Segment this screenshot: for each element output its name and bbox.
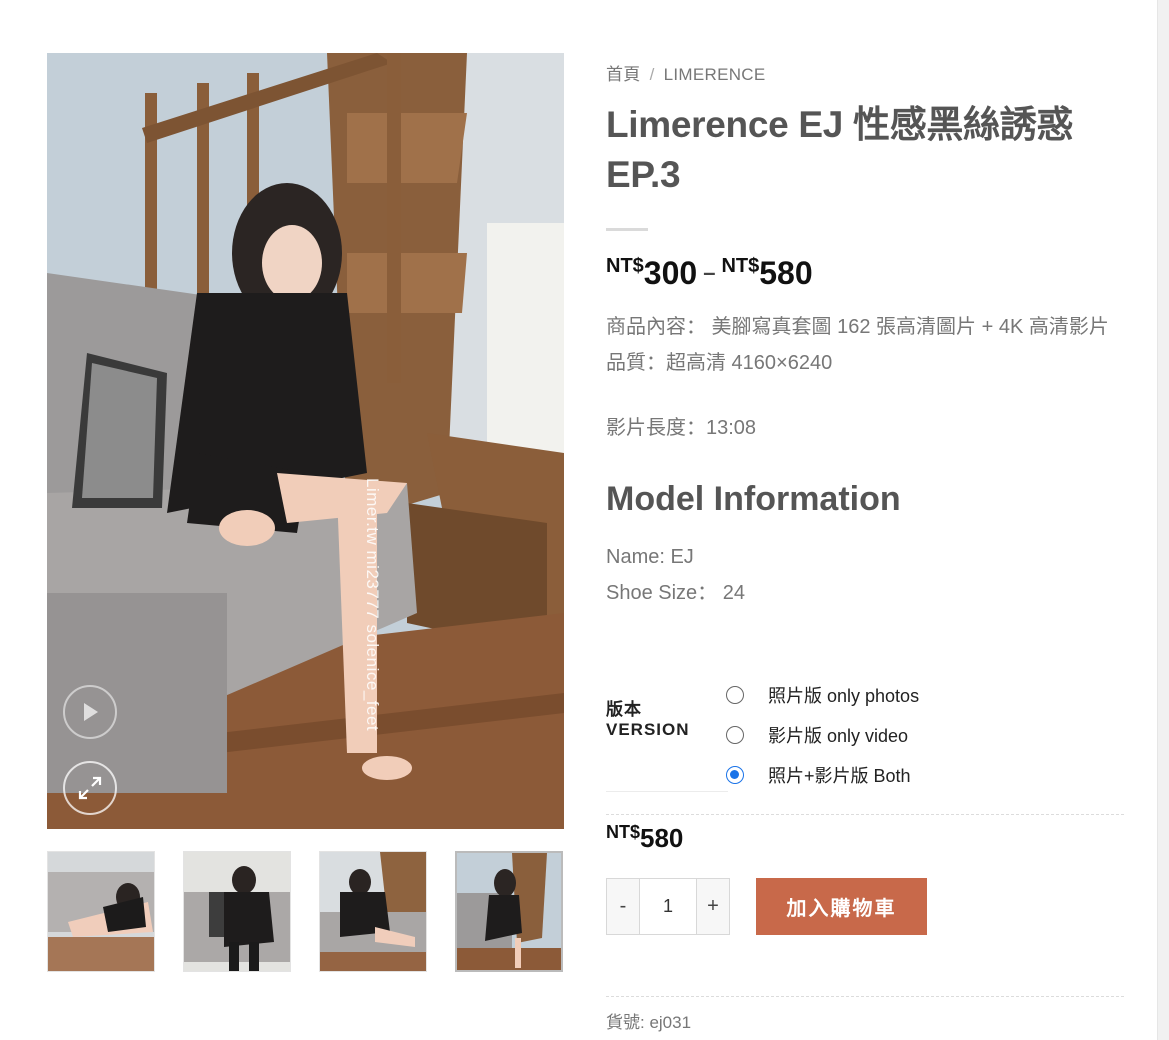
description-contents: 商品內容： 美腳寫真套圖 162 張高清圖片 + 4K 高清影片 — [606, 316, 1109, 338]
radio-both[interactable] — [726, 766, 744, 784]
version-option-both[interactable]: 照片+影片版 Both — [726, 755, 919, 795]
breadcrumb-category-link[interactable]: LIMERENCE — [664, 65, 766, 84]
product-sku: 貨號: ej031 — [606, 1013, 692, 1032]
description-quality: 品質：超高清 4160×6240 — [606, 352, 833, 374]
thumbnail-1[interactable] — [47, 851, 155, 972]
title-divider — [606, 228, 648, 231]
breadcrumb-home-link[interactable]: 首頁 — [606, 65, 641, 84]
product-summary: 首頁 / LIMERENCE Limerence EJ 性感黑絲誘惑 EP.3 NT… — [606, 60, 1124, 611]
selected-variation-price: NT$580 — [606, 822, 683, 854]
version-label-zh: 版本 — [606, 700, 642, 719]
image-watermark: Limer.tw mi23777 solenice_feet — [363, 478, 382, 732]
model-info: Name: EJ Shoe Size： 24 — [606, 539, 1124, 611]
price-max: 580 — [759, 255, 813, 291]
version-label: 版本 VERSION — [606, 700, 728, 792]
main-product-image[interactable]: Limer.tw mi23777 solenice_feet — [47, 53, 564, 829]
product-title: Limerence EJ 性感黑絲誘惑 EP.3 — [606, 104, 1074, 195]
quantity-stepper: - + — [606, 878, 730, 935]
price-dash: – — [703, 260, 716, 285]
quantity-minus-button[interactable]: - — [607, 879, 639, 934]
model-name: Name: EJ — [606, 546, 694, 568]
selected-price-amount: 580 — [640, 823, 684, 853]
page-scrollbar[interactable] — [1157, 0, 1169, 1040]
version-option-video[interactable]: 影片版 only video — [726, 715, 919, 755]
product-photo — [47, 53, 564, 829]
thumbnail-4[interactable] — [455, 851, 563, 972]
add-to-cart-button[interactable]: 加入購物車 — [756, 878, 927, 935]
thumbnail-strip — [47, 851, 564, 972]
version-label-en: VERSION — [606, 720, 690, 739]
version-options: 照片版 only photos 影片版 only video 照片+影片版 Bo… — [726, 675, 919, 795]
model-info-heading: Model Information — [606, 480, 901, 518]
quantity-plus-button[interactable]: + — [697, 879, 729, 934]
price-min: 300 — [643, 255, 698, 291]
price-divider — [606, 814, 1124, 815]
breadcrumb: 首頁 / LIMERENCE — [606, 60, 1124, 94]
price-max-currency: NT$ — [721, 255, 760, 277]
thumbnail-2[interactable] — [183, 851, 291, 972]
radio-video[interactable] — [726, 726, 744, 744]
zoom-image-button[interactable] — [63, 761, 117, 815]
play-video-button[interactable] — [63, 685, 117, 739]
model-shoe-size: Shoe Size： 24 — [606, 582, 745, 604]
version-option-video-label: 影片版 only video — [768, 726, 909, 746]
sku-divider — [606, 996, 1124, 997]
version-option-photos[interactable]: 照片版 only photos — [726, 675, 919, 715]
product-description: 商品內容： 美腳寫真套圖 162 張高清圖片 + 4K 高清影片 品質：超高清 … — [606, 309, 1124, 446]
version-option-photos-label: 照片版 only photos — [768, 686, 920, 706]
play-icon — [80, 701, 100, 723]
variation-selector: 版本 VERSION 照片版 only photos 影片版 only vide… — [606, 670, 1124, 792]
quantity-input[interactable] — [639, 879, 697, 934]
description-video-length: 影片長度：13:08 — [606, 417, 757, 439]
version-option-both-label: 照片+影片版 Both — [768, 766, 911, 786]
breadcrumb-separator: / — [649, 65, 655, 84]
radio-photos[interactable] — [726, 686, 744, 704]
expand-icon — [77, 775, 103, 801]
price-min-currency: NT$ — [606, 255, 644, 277]
selected-price-currency: NT$ — [606, 822, 641, 842]
thumbnail-3[interactable] — [319, 851, 427, 972]
price-range: NT$300– NT$580 — [606, 255, 1124, 299]
